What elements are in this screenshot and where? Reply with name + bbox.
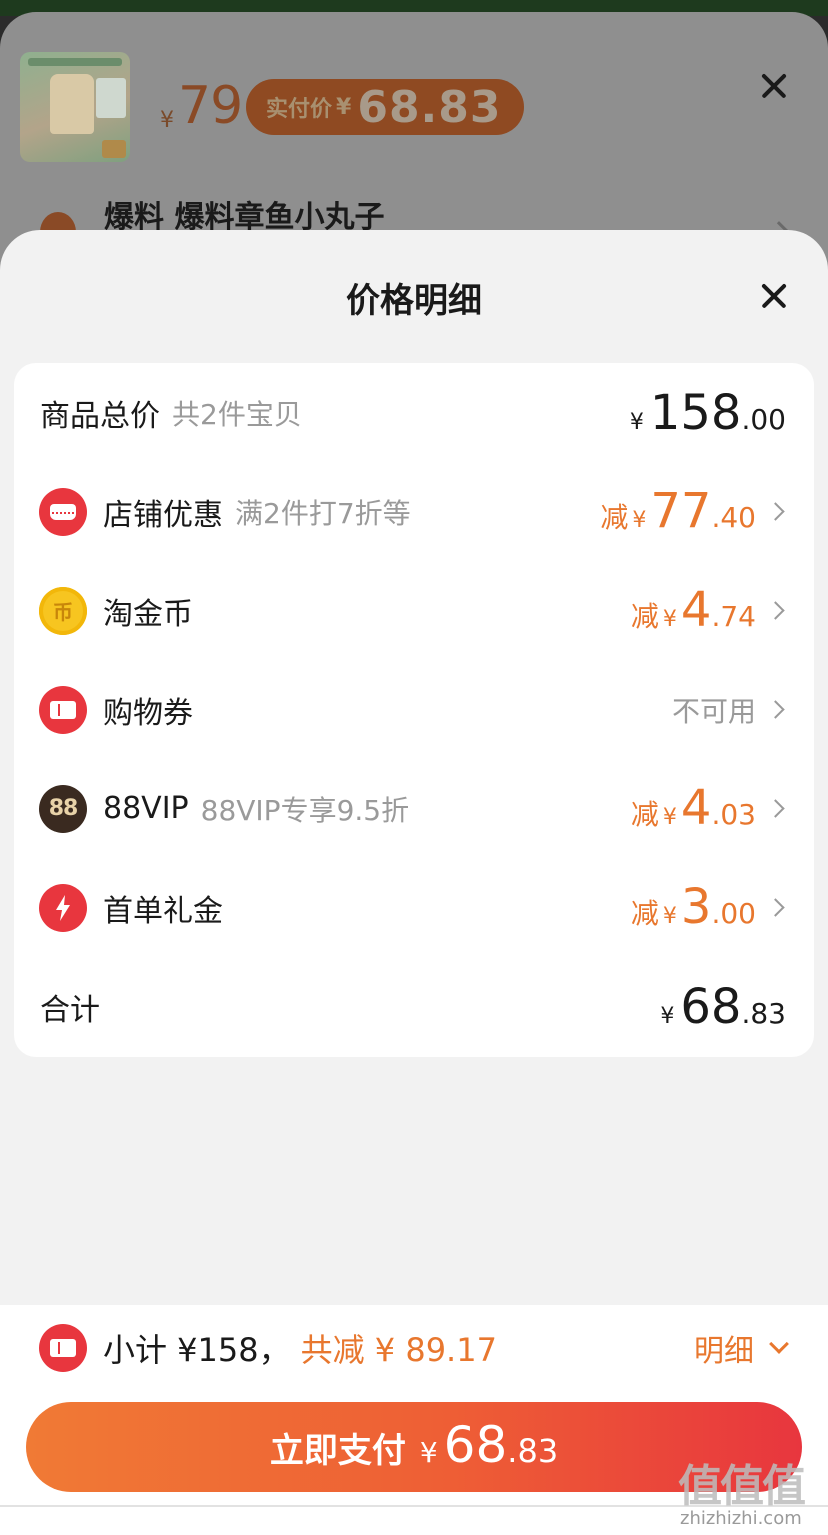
pay-yen: ¥ xyxy=(419,1436,438,1469)
shop-icon xyxy=(39,487,87,536)
row-shop-discount[interactable]: 店铺优惠 满2件打7折等 减 ¥ 77 .40 xyxy=(14,462,814,561)
pay-label: 立即支付 xyxy=(269,1431,406,1471)
sum-dec: .83 xyxy=(741,996,786,1030)
first-order-int: 3 xyxy=(680,879,712,935)
total-price-hint: 共2件宝贝 xyxy=(172,397,302,431)
pay-int: 68 xyxy=(443,1416,508,1474)
actual-price-label: 实付价 xyxy=(266,97,333,122)
first-order-prefix: 减 xyxy=(630,897,659,930)
coin-glyph: 币 xyxy=(53,600,73,624)
ticket-icon xyxy=(39,1324,87,1372)
total-int: 158 xyxy=(649,384,742,441)
vip-badge-text: 88 xyxy=(48,796,79,821)
gold-coin-int: 4 xyxy=(680,582,712,638)
vip-label: 88VIP xyxy=(103,791,189,826)
subtotal-text: 小计 ¥158， xyxy=(103,1331,291,1369)
background-close-icon[interactable] xyxy=(756,68,792,104)
vip-hint: 88VIP专享9.5折 xyxy=(200,793,410,827)
coin-icon: 币 xyxy=(39,586,87,635)
gold-coin-dec: .74 xyxy=(711,600,756,633)
first-order-amount: 减 ¥ 3 .00 xyxy=(631,883,756,932)
gold-coin-yen: ¥ xyxy=(662,607,677,632)
actual-price-value: 68.83 xyxy=(357,81,502,133)
vip-yen: ¥ xyxy=(662,805,677,830)
total-saved-text: 共减 ¥ 89.17 xyxy=(300,1331,497,1369)
shop-discount-hint: 满2件打7折等 xyxy=(235,496,411,530)
row-first-order-bonus[interactable]: 首单礼金 减 ¥ 3 .00 xyxy=(14,858,814,957)
gold-coin-label: 淘金币 xyxy=(103,596,193,632)
first-order-yen: ¥ xyxy=(662,904,677,929)
vip-prefix: 减 xyxy=(630,798,659,831)
total-price-amount: ¥ 158 .00 xyxy=(630,389,786,437)
shop-discount-dec: .40 xyxy=(711,501,756,534)
shop-discount-int: 77 xyxy=(650,483,712,539)
sum-yen: ¥ xyxy=(660,1003,675,1029)
vip-88-icon: 88 xyxy=(39,784,87,833)
row-total-price: 商品总价 共2件宝贝 ¥ 158 .00 xyxy=(14,363,814,462)
sum-label: 合计 xyxy=(40,992,100,1028)
chevron-right-icon xyxy=(766,700,785,719)
product-thumbnail xyxy=(20,52,130,162)
chevron-right-icon xyxy=(766,799,785,818)
sum-int: 68 xyxy=(680,978,742,1035)
price-breakdown-card: 商品总价 共2件宝贝 ¥ 158 .00 店铺优惠 满2件打7折等 减 ¥ 77… xyxy=(14,363,814,1057)
ticket-icon xyxy=(39,685,87,734)
row-coupon[interactable]: 购物券 不可用 xyxy=(14,660,814,759)
detail-label: 明细 xyxy=(694,1334,754,1369)
close-icon[interactable] xyxy=(756,278,792,314)
first-order-label: 首单礼金 xyxy=(103,893,223,929)
actual-price-pill: 实付价 ¥ 68.83 xyxy=(246,79,524,135)
row-88vip[interactable]: 88 88VIP 88VIP专享9.5折 减 ¥ 4 .03 xyxy=(14,759,814,858)
coupon-status: 不可用 xyxy=(672,690,756,730)
gold-coin-prefix: 减 xyxy=(630,600,659,633)
vip-dec: .03 xyxy=(711,798,756,831)
lightning-icon xyxy=(39,883,87,932)
chevron-down-icon xyxy=(769,1334,789,1354)
panel-title: 价格明细 xyxy=(346,281,482,321)
sum-amount: ¥ 68 .83 xyxy=(660,983,786,1031)
coupon-label: 购物券 xyxy=(103,695,193,731)
shop-discount-label: 店铺优惠 xyxy=(103,497,223,533)
total-price-label: 商品总价 xyxy=(40,398,160,434)
chevron-right-icon xyxy=(766,502,785,521)
shop-discount-yen: ¥ xyxy=(632,508,647,533)
pay-dec: .83 xyxy=(507,1432,559,1470)
coupon-status-text: 不可用 xyxy=(671,694,756,728)
shop-discount-prefix: 减 xyxy=(600,501,629,534)
total-dec: .00 xyxy=(741,402,786,436)
first-order-dec: .00 xyxy=(711,897,756,930)
watermark-text: 值值值 xyxy=(678,1461,806,1512)
actual-price-yen: ¥ xyxy=(336,94,352,120)
product-price: 79 xyxy=(178,76,243,136)
shop-discount-amount: 减 ¥ 77 .40 xyxy=(600,487,756,536)
product-price-yen: ¥ xyxy=(160,108,174,133)
chevron-right-icon xyxy=(766,601,785,620)
watermark-logo: 值值值 zhizhizhi.com xyxy=(670,1450,828,1535)
vip-amount: 减 ¥ 4 .03 xyxy=(631,784,756,833)
row-sum: 合计 ¥ 68 .83 xyxy=(14,957,814,1056)
row-gold-coin[interactable]: 币 淘金币 减 ¥ 4 .74 xyxy=(14,561,814,660)
gold-coin-amount: 减 ¥ 4 .74 xyxy=(631,586,756,635)
vip-int: 4 xyxy=(680,780,712,836)
detail-toggle[interactable]: 明细 xyxy=(694,1319,789,1377)
total-yen: ¥ xyxy=(629,409,644,435)
chevron-right-icon xyxy=(766,898,785,917)
watermark-url: zhizhizhi.com xyxy=(680,1508,802,1529)
